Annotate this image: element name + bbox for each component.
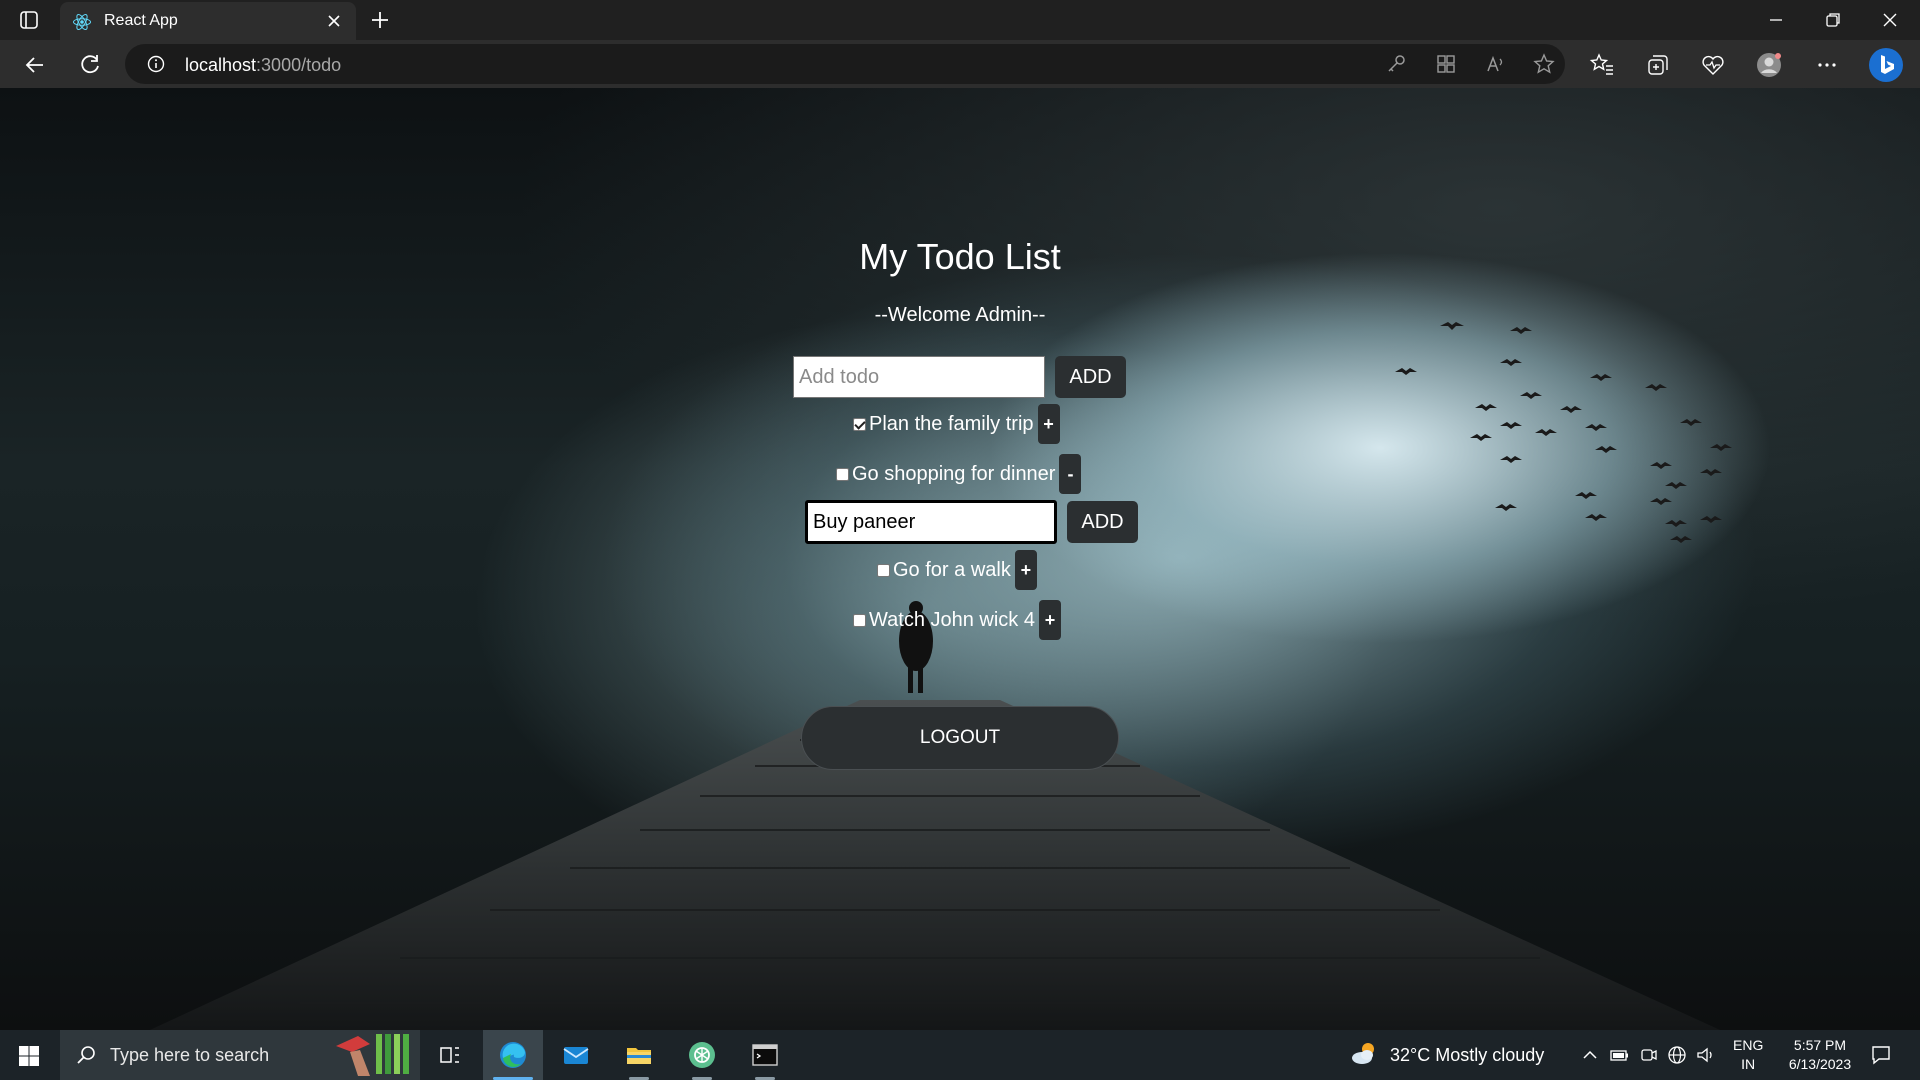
address-bar[interactable]: localhost:3000/todo: [125, 44, 1565, 84]
taskbar-chatgpt[interactable]: [672, 1030, 732, 1080]
chatgpt-icon: [689, 1042, 715, 1068]
search-icon: [77, 1046, 95, 1064]
windows-start-icon[interactable]: [18, 1045, 40, 1067]
edit-todo-input[interactable]: [805, 500, 1057, 544]
weather-text[interactable]: 32°C Mostly cloudy: [1390, 1045, 1544, 1066]
todo-edit-toggle-button[interactable]: +: [1039, 600, 1061, 640]
todo-label: Go for a walk: [893, 558, 1011, 581]
browser-tab-bar: React App: [0, 0, 1920, 40]
more-options-icon[interactable]: [1814, 52, 1840, 78]
task-view-icon: [440, 1047, 459, 1063]
clock-date: 6/13/2023: [1788, 1056, 1852, 1072]
mail-icon: [563, 1047, 589, 1064]
favorites-icon[interactable]: [1589, 52, 1615, 78]
input-language-indicator[interactable]: ENG IN: [1733, 1036, 1763, 1074]
url-path: :3000/todo: [256, 55, 342, 75]
todo-item: Watch John wick 4 +: [853, 600, 1061, 640]
search-placeholder: Type here to search: [110, 1045, 270, 1065]
page-title: My Todo List: [859, 236, 1061, 277]
todo-edit-toggle-button[interactable]: +: [1037, 404, 1060, 444]
restore-icon[interactable]: [1819, 6, 1847, 34]
close-window-icon[interactable]: [1876, 6, 1904, 34]
password-key-icon[interactable]: [1385, 53, 1407, 75]
region-code: IN: [1741, 1056, 1756, 1072]
search-highlight-illustration-icon: [336, 1034, 409, 1076]
edit-add-button[interactable]: ADD: [1067, 501, 1138, 543]
taskbar-terminal[interactable]: [735, 1030, 795, 1080]
meet-now-icon[interactable]: [1638, 1045, 1658, 1065]
language-code: ENG: [1733, 1037, 1764, 1053]
terminal-icon: [752, 1044, 778, 1066]
tab-title: React App: [104, 12, 178, 29]
todo-item: Plan the family trip +: [853, 404, 1060, 444]
windows-taskbar: Type here to search 32°C Mostly cloudy E…: [0, 1030, 1920, 1080]
close-tab-icon[interactable]: [324, 11, 344, 31]
weather-cloudy-icon[interactable]: [1350, 1040, 1378, 1068]
browser-tab[interactable]: React App: [60, 2, 356, 40]
notification-center-icon[interactable]: [1870, 1044, 1892, 1066]
read-aloud-icon[interactable]: [1485, 53, 1507, 75]
minimize-icon[interactable]: [1762, 6, 1790, 34]
show-hidden-icons-chevron-icon[interactable]: [1580, 1045, 1600, 1065]
todo-label: Plan the family trip: [869, 412, 1034, 435]
browser-toolbar: localhost:3000/todo: [0, 40, 1920, 88]
bing-chat-icon[interactable]: [1868, 47, 1904, 83]
volume-icon[interactable]: [1696, 1045, 1716, 1065]
todo-item: Go for a walk +: [877, 550, 1037, 590]
add-todo-button[interactable]: ADD: [1055, 356, 1126, 398]
todo-checkbox[interactable]: [853, 613, 866, 627]
react-logo-icon: [73, 13, 91, 31]
todo-label: Go shopping for dinner: [852, 462, 1056, 485]
browser-essentials-icon[interactable]: [1700, 52, 1726, 78]
todo-edit-toggle-button[interactable]: -: [1059, 454, 1082, 494]
taskbar-mail[interactable]: [546, 1030, 606, 1080]
taskbar-edge[interactable]: [483, 1030, 543, 1080]
collections-icon[interactable]: [1645, 52, 1671, 78]
profile-avatar-icon[interactable]: [1756, 52, 1782, 78]
todo-item: Go shopping for dinner -: [836, 454, 1082, 494]
folder-icon: [627, 1048, 651, 1064]
url-text[interactable]: localhost:3000/todo: [185, 55, 341, 76]
taskbar-file-explorer[interactable]: [609, 1030, 669, 1080]
todo-edit-toggle-button[interactable]: +: [1014, 550, 1037, 590]
page-viewport: My Todo List --Welcome Admin-- ADD Plan …: [0, 88, 1920, 1030]
edge-browser-icon: [500, 1042, 526, 1068]
todo-app: My Todo List --Welcome Admin-- ADD Plan …: [0, 88, 1920, 1030]
clock-time: 5:57 PM: [1793, 1037, 1847, 1053]
url-host: localhost: [185, 55, 257, 75]
taskbar-search-box[interactable]: Type here to search: [60, 1030, 420, 1080]
battery-icon[interactable]: [1609, 1045, 1629, 1065]
todo-checkbox[interactable]: [853, 417, 866, 431]
tab-actions-icon[interactable]: [18, 9, 40, 31]
back-arrow-icon[interactable]: [22, 52, 48, 78]
network-globe-icon[interactable]: [1667, 1045, 1687, 1065]
app-available-icon[interactable]: [1435, 53, 1457, 75]
todo-checkbox[interactable]: [836, 467, 849, 481]
system-clock[interactable]: 5:57 PM 6/13/2023: [1772, 1036, 1868, 1074]
welcome-message: --Welcome Admin--: [874, 304, 1046, 326]
todo-label: Watch John wick 4: [869, 608, 1035, 631]
todo-checkbox[interactable]: [877, 563, 890, 577]
new-tab-icon[interactable]: [368, 8, 392, 32]
logout-button[interactable]: LOGOUT: [801, 706, 1119, 770]
favorite-star-icon[interactable]: [1533, 53, 1555, 75]
site-info-icon[interactable]: [147, 55, 165, 73]
refresh-icon[interactable]: [77, 52, 103, 78]
taskbar-task-view[interactable]: [420, 1030, 480, 1080]
add-todo-input[interactable]: [793, 356, 1045, 398]
